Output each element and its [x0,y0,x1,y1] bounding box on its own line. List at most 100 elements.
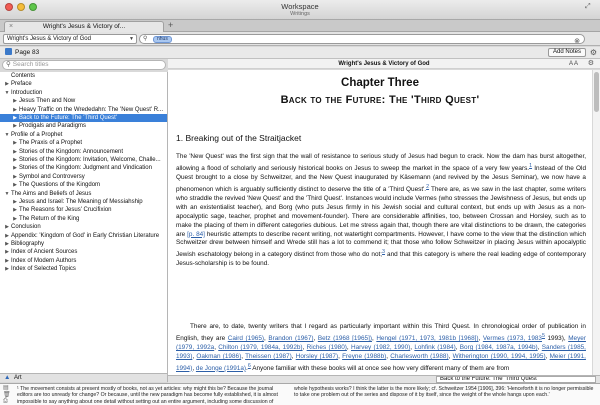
disclosure-closed-icon[interactable]: ▶ [11,139,19,147]
disclosure-closed-icon[interactable]: ▶ [11,122,19,130]
toc-item[interactable]: ▶ Bibliography [0,240,167,248]
toc-item[interactable]: ▶ Preface [0,80,167,88]
disclosure-closed-icon[interactable]: ▶ [3,248,11,256]
disclosure-open-icon[interactable]: ▼ [3,131,11,139]
toc-item[interactable]: ▶ Conclusion [0,223,167,231]
chevron-down-icon: ▼ [129,36,134,42]
content-scrollbar[interactable] [592,70,600,375]
citation-link[interactable]: Oakman (1986) [196,353,241,360]
disclosure-closed-icon[interactable]: ▶ [11,215,19,223]
notes-pane: ▤ 🗑 ⎙ ¹ The movement consists at present… [0,383,600,405]
toc-item[interactable]: ▶ The Return of the King [0,215,167,223]
citation-link[interactable]: Theissen (1987) [245,353,292,360]
add-notes-button[interactable]: Add Notes [548,48,586,57]
toc-item[interactable]: ▶ Heavy Traffic on the Wrededahn: The 'Ne… [0,106,167,114]
document-selector[interactable]: Wright's Jesus & Victory of God ▼ [3,34,137,44]
disclosure-closed-icon[interactable]: ▶ [11,97,19,105]
toc-item[interactable]: ▶ Index of Modern Authors [0,257,167,265]
toc-item[interactable]: ▶ Symbol and Controversy [0,173,167,181]
toc-item-label: Symbol and Controversy [19,173,85,180]
close-tab-icon[interactable]: × [9,22,13,32]
toc-item[interactable]: ▶ Index of Ancient Sources [0,248,167,256]
search-icon: ⚲ [6,61,11,68]
toc-item-label: Index of Modern Authors [11,257,77,264]
citation-link[interactable]: Charlesworth (1988) [390,353,448,360]
scrollbar-thumb[interactable] [594,72,599,112]
new-tab-button[interactable]: + [168,20,173,31]
window-title: Workspace [281,2,319,11]
citation-link[interactable]: Freyne (1988b) [342,353,386,360]
disclosure-closed-icon[interactable]: ▶ [11,181,19,189]
citation-link[interactable]: Horsley (1987) [296,353,338,360]
sidebar-view-label[interactable]: Art [14,374,22,382]
toc-item[interactable]: ▶ Stories of the Kingdom: Judgment and Vi… [0,164,167,172]
page-label: Page 83 [15,49,40,56]
disclosure-closed-icon[interactable]: ▶ [3,80,11,88]
disclosure-closed-icon[interactable]: ▶ [11,148,19,156]
toc-item[interactable]: ▶ The Praxis of a Prophet [0,139,167,147]
citation-link[interactable]: Witherington (1990, 1994, 1995) [453,353,546,360]
toc-item-label: Preface [11,81,32,88]
current-chapter-field[interactable]: Back to the Future: The 'Third Quest' [436,376,596,383]
citation-link[interactable]: Borg (1984, 1987a, 1994b) [460,344,538,351]
toc-item-label: Index of Selected Topics [11,266,76,273]
disclosure-closed-icon[interactable]: ▶ [3,257,11,265]
toc-item[interactable]: ▶ Jesus and Israel: The Meaning of Messia… [0,198,167,206]
toc-item[interactable]: ▼ Introduction [0,89,167,97]
toc-item[interactable]: ▶ Stories of the Kingdom: Announcement [0,148,167,156]
disclosure-closed-icon[interactable]: ▶ [11,106,19,114]
citation-link[interactable]: Caird (1965) [228,335,264,342]
triangle-up-icon[interactable]: ▲ [4,374,10,382]
toc-item[interactable]: ▼ Profile of a Prophet [0,131,167,139]
toc-item[interactable]: ▶ Appendix: 'Kingdom of God' in Early Chr… [0,232,167,240]
disclosure-closed-icon[interactable]: ▶ [11,156,19,164]
toc-item[interactable]: Contents [0,72,167,80]
search-token[interactable]: nhus [153,36,172,43]
toc-item[interactable]: ▶ The Questions of the Kingdom [0,181,167,189]
settings-icon[interactable]: ⚙ [588,59,594,68]
fullscreen-icon[interactable]: ⤢ [585,3,595,13]
clear-search-icon[interactable]: ⊗ [574,37,580,45]
toc-item-label: Conclusion [11,224,41,231]
citation-link[interactable]: Betz (1968 [1965]) [318,335,372,342]
disclosure-open-icon[interactable]: ▼ [3,89,11,97]
citation-link[interactable]: Riches (1980) [307,344,347,351]
toc-item[interactable]: ▶ The Reasons for Jesus' Crucifixion [0,206,167,214]
toc-item-label: The Reasons for Jesus' Crucifixion [19,207,112,214]
tab-label: Wright's Jesus & Victory of... [42,23,126,30]
tab-document[interactable]: × Wright's Jesus & Victory of... [4,21,164,32]
disclosure-closed-icon[interactable]: ▶ [11,198,19,206]
page-reference-link[interactable]: [p. 84] [187,231,205,238]
disclosure-open-icon[interactable]: ▼ [3,190,11,198]
toc-item[interactable]: ▶ Index of Selected Topics [0,265,167,273]
reading-pane[interactable]: Chapter Three Back to the Future: The 'T… [168,70,592,375]
gear-icon[interactable]: ⚙ [590,47,597,58]
disclosure-closed-icon[interactable]: ▶ [3,223,11,231]
page-indicator: Page 83 [5,48,39,58]
toc-item[interactable]: ▼ The Aims and Beliefs of Jesus [0,190,167,198]
disclosure-closed-icon[interactable]: ▶ [11,164,19,172]
toc-item[interactable]: ▶ Jesus Then and Now [0,97,167,105]
citation-link[interactable]: de Jonge (1991a) [196,365,246,372]
disclosure-closed-icon[interactable]: ▶ [3,232,11,240]
disclosure-closed-icon[interactable]: ▶ [3,240,11,248]
citation-link[interactable]: Lohfink (1984) [414,344,455,351]
disclosure-closed-icon[interactable]: ▶ [3,265,11,273]
font-size-control[interactable]: A A [569,60,578,68]
print-icon[interactable]: ⎙ [3,398,13,405]
toc-item-label: Profile of a Prophet [11,131,63,138]
disclosure-closed-icon[interactable]: ▶ [11,173,19,181]
citation-link[interactable]: Harvey (1982, 1990) [351,344,410,351]
citation-link[interactable]: Hengel (1971, 1973, 1981b [1968]) [376,335,478,342]
disclosure-closed-icon[interactable]: ▶ [11,206,19,214]
title-bar: Workspace Writings ⤢ [0,0,600,20]
toc-item[interactable]: ▶ Stories of the Kingdom: Invitation, Wel… [0,156,167,164]
toc-item[interactable]: ▶ Back to the Future: The 'Third Quest' [0,114,167,123]
toc-item[interactable]: ▶ Prodigals and Paradigms [0,122,167,130]
citation-link[interactable]: Brandon (1967) [268,335,313,342]
title-search-input[interactable]: ⚲ Search titles [2,60,166,70]
disclosure-closed-icon[interactable]: ▶ [11,114,19,122]
search-input[interactable]: ⚲ nhus ⊗ [139,34,585,45]
citation-link[interactable]: Chilton (1979, 1984a, 1992b) [218,344,302,351]
citation-link[interactable]: Vermes (1973, 1983 [483,335,542,342]
